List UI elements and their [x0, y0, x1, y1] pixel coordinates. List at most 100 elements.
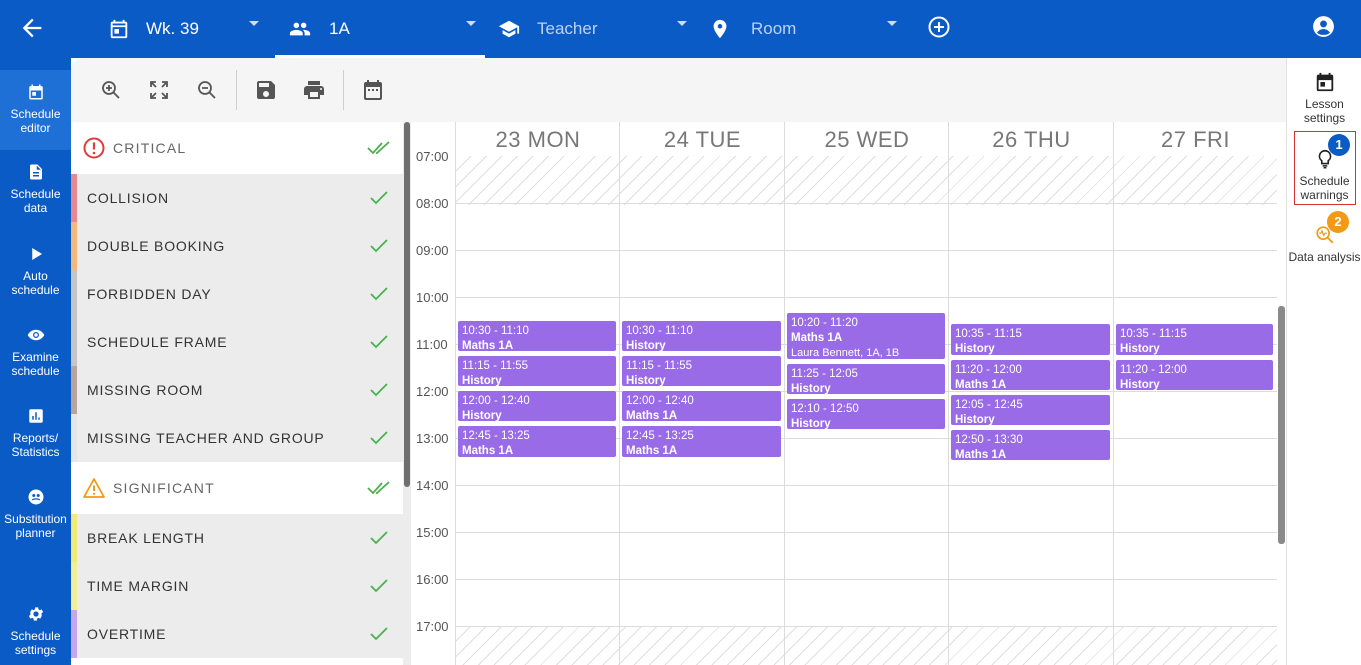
document-icon	[29, 164, 42, 180]
lesson-time: 11:20 - 12:00	[955, 363, 1022, 376]
lesson-subject: Maths 1A	[462, 445, 514, 457]
data-analysis-button[interactable]: Data analysis	[1287, 224, 1361, 264]
warning-label: FORBIDDEN DAY	[87, 286, 212, 302]
lesson-block[interactable]: 12:00 - 12:40 Maths 1A	[622, 391, 781, 422]
warning-item-missing-teacher-and-group[interactable]: MISSING TEACHER AND GROUP	[71, 414, 403, 462]
lesson-block[interactable]: 11:20 - 12:00 Maths 1A	[951, 359, 1110, 390]
check-icon	[370, 383, 388, 397]
warning-item-collision[interactable]: COLLISION	[71, 174, 403, 222]
hour-label: 10:00	[416, 290, 449, 305]
toolbar-divider	[343, 70, 344, 110]
bar-chart-icon	[28, 409, 43, 423]
zoom-out-icon[interactable]	[195, 78, 219, 102]
location-pin-icon	[713, 19, 727, 39]
nav-auto-schedule[interactable]: Auto schedule	[0, 245, 71, 310]
lesson-block[interactable]: 12:05 - 12:45 History	[951, 394, 1110, 426]
lesson-block[interactable]: 10:20 - 11:20 Maths 1A Laura Bennett, 1A, …	[787, 312, 945, 359]
zoom-in-icon[interactable]	[99, 78, 123, 102]
nav-schedule-data[interactable]: Schedule data	[0, 163, 71, 228]
day-header-thu: 26 THU	[992, 127, 1071, 152]
room-selector[interactable]: Room	[709, 0, 796, 58]
unavailable-time-block	[456, 626, 1277, 665]
check-icon	[370, 431, 388, 445]
nav-examine-schedule[interactable]: Examine schedule	[0, 326, 71, 391]
lesson-block[interactable]: 11:25 - 12:05 History	[787, 363, 945, 394]
save-icon[interactable]	[254, 78, 278, 102]
lesson-block[interactable]: 11:20 - 12:00 History	[1116, 359, 1273, 390]
lesson-subject: History	[1120, 378, 1160, 390]
back-arrow-icon[interactable]	[18, 14, 46, 42]
calendar-icon	[28, 84, 43, 100]
hour-label: 15:00	[416, 525, 449, 540]
lesson-block[interactable]: 12:00 - 12:40 History	[458, 391, 616, 422]
significant-section-header[interactable]: SIGNIFICANT	[71, 462, 403, 514]
group-selector[interactable]: 1A	[287, 0, 350, 58]
lesson-block[interactable]: 10:35 - 11:15 History	[951, 324, 1110, 355]
warning-item-break-length[interactable]: BREAK LENGTH	[71, 514, 403, 562]
warnings-scrollbar-thumb[interactable]	[404, 122, 410, 487]
check-icon	[370, 627, 388, 641]
hour-grid-line	[455, 579, 1277, 580]
hour-grid-line	[455, 203, 1277, 204]
severity-stripe	[71, 366, 77, 414]
lesson-block[interactable]: 11:15 - 11:55 History	[458, 355, 616, 387]
lesson-settings-button[interactable]: Lesson settings	[1287, 71, 1361, 125]
warning-item-schedule-frame[interactable]: SCHEDULE FRAME	[71, 318, 403, 366]
warning-item-forbidden-day[interactable]: FORBIDDEN DAY	[71, 270, 403, 318]
hour-label: 13:00	[416, 431, 449, 446]
lesson-time: 12:45 - 13:25	[462, 430, 530, 443]
teacher-dropdown-caret-icon[interactable]	[677, 21, 687, 26]
lesson-block[interactable]: 12:50 - 13:30 Maths 1A	[951, 430, 1110, 461]
lesson-block[interactable]: 10:35 - 11:15 History	[1116, 324, 1273, 355]
fit-screen-icon[interactable]	[147, 78, 171, 102]
warning-item-overtime[interactable]: OVERTIME	[71, 610, 403, 658]
week-selector[interactable]: Wk. 39	[108, 0, 199, 58]
group-label: 1A	[329, 19, 350, 38]
nav-label: Schedule settings	[10, 629, 61, 657]
add-circle-icon[interactable]	[927, 15, 951, 39]
warnings-panel: CRITICAL COLLISION DOUBLE BOOKING FORBID…	[71, 122, 403, 665]
lesson-block[interactable]: 12:45 - 13:25 Maths 1A	[458, 426, 616, 457]
room-placeholder: Room	[751, 19, 797, 38]
lesson-block[interactable]: 12:10 - 12:50 History	[787, 398, 945, 430]
warning-label: BREAK LENGTH	[87, 530, 205, 546]
room-dropdown-caret-icon[interactable]	[887, 21, 897, 26]
account-icon[interactable]	[1311, 14, 1336, 39]
lesson-block[interactable]: 10:30 - 11:10 Maths 1A	[458, 320, 616, 351]
print-icon[interactable]	[302, 78, 326, 102]
lesson-block[interactable]: 11:15 - 11:55 History	[622, 355, 781, 387]
calendar-scrollbar-thumb[interactable]	[1278, 306, 1285, 544]
hour-grid-line	[455, 297, 1277, 298]
nav-substitution-planner[interactable]: Substitution planner	[0, 488, 71, 553]
nav-label: Examine schedule	[11, 350, 60, 378]
lesson-time: 11:20 - 12:00	[1120, 363, 1187, 376]
severity-stripe	[71, 174, 77, 222]
lesson-time: 11:15 - 11:55	[626, 359, 693, 372]
calendar-icon	[110, 19, 128, 39]
nav-reports-statistics[interactable]: Reports/ Statistics	[0, 407, 71, 472]
lesson-time: 11:25 - 12:05	[791, 367, 858, 380]
group-dropdown-caret-icon[interactable]	[466, 21, 476, 26]
lesson-block[interactable]: 10:30 - 11:10 History	[622, 320, 781, 351]
lesson-time: 12:05 - 12:45	[955, 398, 1023, 411]
warning-item-missing-room[interactable]: MISSING ROOM	[71, 366, 403, 414]
critical-section-header[interactable]: CRITICAL	[71, 122, 403, 174]
calendar-icon[interactable]	[361, 78, 385, 102]
warning-item-double-booking[interactable]: DOUBLE BOOKING	[71, 222, 403, 270]
nav-schedule-editor[interactable]: Schedule editor	[0, 70, 71, 150]
lesson-time: 10:30 - 11:10	[462, 324, 529, 337]
nav-schedule-settings[interactable]: Schedule settings	[0, 605, 71, 665]
check-icon	[370, 579, 388, 593]
warning-item-time-margin[interactable]: TIME MARGIN	[71, 562, 403, 610]
lesson-subject: History	[955, 413, 995, 426]
lesson-block[interactable]: 12:45 - 13:25 Maths 1A	[622, 426, 781, 457]
warning-label: SCHEDULE FRAME	[87, 334, 228, 350]
teacher-selector[interactable]: Teacher	[497, 0, 597, 58]
schedule-warnings-button[interactable]: Schedule warnings	[1287, 148, 1361, 202]
week-dropdown-caret-icon[interactable]	[249, 21, 259, 26]
hour-grid-line	[455, 532, 1277, 533]
lesson-time: 10:20 - 11:20	[791, 316, 858, 329]
severity-stripe	[71, 610, 77, 658]
hour-label: 17:00	[416, 619, 449, 634]
check-icon	[370, 191, 388, 205]
